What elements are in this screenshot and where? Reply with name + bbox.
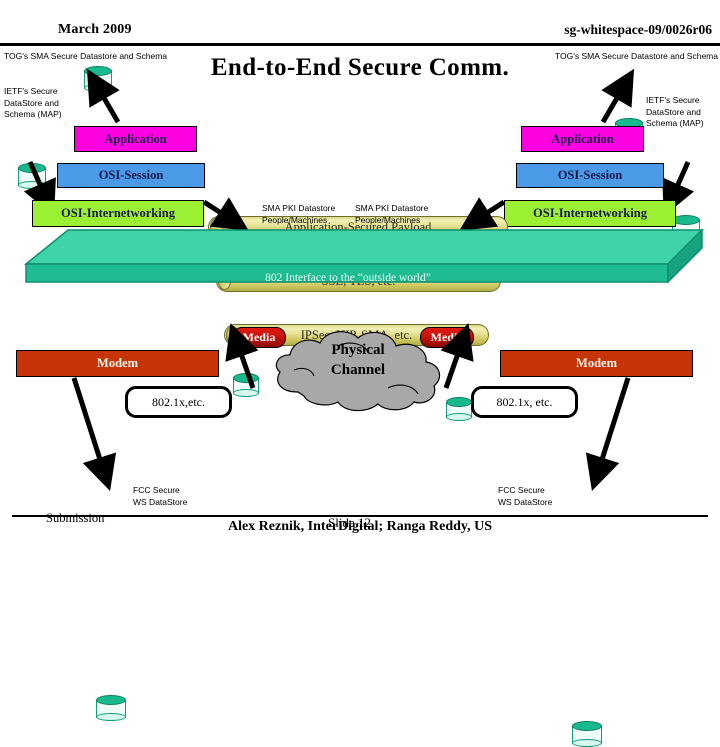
right-tog-datastore-label: TOG's SMA Secure Datastore and Schema [554, 51, 718, 61]
cloud-label-line2: Channel [330, 362, 386, 378]
right-layer-application-label: Application [551, 131, 614, 146]
left-layer-osi-session[interactable]: OSI-Session [57, 163, 205, 188]
left-fcc-datastore-label-line1: FCC Secure [133, 485, 180, 495]
header-rule [0, 43, 720, 46]
right-layer-osi-internetworking[interactable]: OSI-Internetworking [504, 200, 676, 227]
callout-right-tail-arrow [440, 323, 474, 389]
right-ietf-datastore-label: IETF's Secure DataStore and Schema (MAP) [646, 95, 704, 128]
callout-left-tail-arrow [225, 323, 259, 389]
right-layer-application[interactable]: Application [521, 126, 644, 152]
center-left-datastore-label-line1: SMA PKI Datastore [262, 203, 336, 213]
right-fcc-datastore-label-line1: FCC Secure [498, 485, 545, 495]
left-tog-datastore-label: TOG's SMA Secure Datastore and Schema [4, 51, 168, 61]
left-fcc-arrow [71, 377, 117, 492]
header-date: March 2009 [58, 22, 132, 37]
modem-left[interactable]: Modem [16, 350, 219, 377]
right-center-arrow [459, 197, 506, 231]
header-document-id: sg-whitespace-09/0026r06 [564, 22, 712, 37]
platform-label: 802 Interface to the “outside world” [265, 272, 431, 284]
center-right-datastore-label-line1: SMA PKI Datastore [355, 203, 429, 213]
modem-left-label: Modem [97, 356, 138, 370]
callout-left-8021x-label: 802.1x,etc. [152, 394, 205, 409]
center-right-datastore-icon [446, 397, 472, 421]
cloud-label-line1: Physical [331, 342, 385, 358]
right-fcc-datastore-label-line2: WS DataStore [498, 497, 553, 507]
center-right-datastore-label-line2: People/Machines [355, 215, 421, 225]
footer-authors: Alex Reznik, InterDigital; Ranga Reddy, … [227, 519, 493, 534]
left-layer-application[interactable]: Application [74, 126, 197, 152]
left-center-arrow [202, 197, 249, 231]
right-fcc-arrow [585, 377, 631, 492]
modem-right-label: Modem [576, 356, 617, 370]
right-layer-osi-internetworking-label: OSI-Internetworking [533, 206, 647, 220]
modem-right[interactable]: Modem [500, 350, 693, 377]
right-layer-osi-session[interactable]: OSI-Session [516, 163, 664, 188]
left-fcc-datastore-label-line2: WS DataStore [133, 497, 188, 507]
center-left-datastore-label-line2: People/Machines [262, 215, 328, 225]
left-layer-osi-internetworking-label: OSI-Internetworking [61, 206, 175, 220]
right-fcc-datastore-icon [572, 721, 602, 747]
right-layer-osi-session-label: OSI-Session [557, 168, 623, 182]
callout-right-8021x-label: 802.1x, etc. [496, 394, 553, 409]
left-ietf-datastore-label: IETF's Secure DataStore and Schema (MAP) [4, 86, 62, 119]
left-layer-osi-session-label: OSI-Session [98, 168, 164, 182]
left-fcc-datastore-icon [96, 695, 126, 721]
left-layer-osi-internetworking[interactable]: OSI-Internetworking [32, 200, 204, 227]
left-layer-application-label: Application [104, 131, 167, 146]
